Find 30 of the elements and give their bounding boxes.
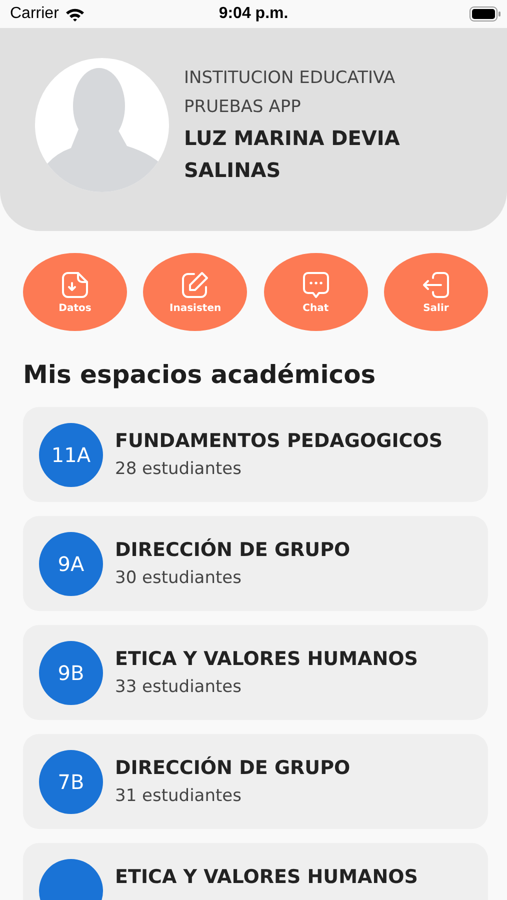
- avatar-silhouette-icon: [35, 58, 169, 192]
- section-heading: Mis espacios académicos: [23, 359, 377, 391]
- wifi-icon: [64, 6, 85, 22]
- document-download-icon: [60, 270, 90, 300]
- status-time: 9:04 p.m.: [218, 5, 288, 23]
- course-title: DIRECCIÓN DE GRUPO: [115, 537, 350, 563]
- edit-icon: [180, 270, 210, 300]
- course-code-badge: 7B: [39, 750, 103, 814]
- course-code-badge: 9A: [39, 532, 103, 596]
- course-title: ETICA Y VALORES HUMANOS: [115, 865, 418, 890]
- course-card[interactable]: 9B ETICA Y VALORES HUMANOS 33 estudiantes: [23, 625, 488, 720]
- course-card[interactable]: 7B DIRECCIÓN DE GRUPO 31 estudiantes: [23, 734, 488, 829]
- carrier-label: Carrier: [10, 5, 59, 23]
- course-title: FUNDAMENTOS PEDAGOGICOS: [115, 429, 443, 454]
- course-code-badge: 11A: [39, 423, 103, 487]
- course-title: ETICA Y VALORES HUMANOS: [115, 647, 418, 672]
- student-count: 31 estudiantes: [115, 785, 242, 808]
- user-name: LUZ MARINA DEVIA SALINAS: [184, 124, 401, 184]
- course-card[interactable]: ETICA Y VALORES HUMANOS: [23, 843, 488, 900]
- course-title: DIRECCIÓN DE GRUPO: [115, 755, 350, 781]
- student-count: 33 estudiantes: [115, 676, 242, 699]
- student-count: 28 estudiantes: [115, 458, 242, 481]
- logout-icon: [420, 270, 451, 300]
- battery-icon: [469, 6, 501, 22]
- student-count: 30 estudiantes: [115, 567, 242, 590]
- chat-icon: [300, 270, 331, 300]
- institution-name: INSTITUCION EDUCATIVA PRUEBAS APP: [184, 66, 396, 118]
- course-card[interactable]: 9A DIRECCIÓN DE GRUPO 30 estudiantes: [23, 516, 488, 611]
- course-card[interactable]: 11A FUNDAMENTOS PEDAGOGICOS 28 estudiantes: [23, 407, 488, 502]
- course-code-badge: 9B: [39, 641, 103, 705]
